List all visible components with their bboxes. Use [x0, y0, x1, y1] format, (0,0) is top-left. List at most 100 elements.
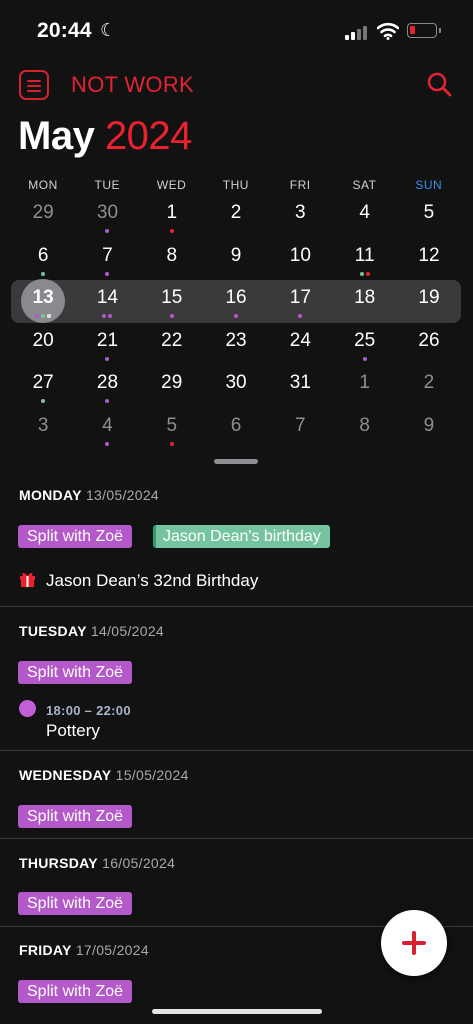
- calendar-day[interactable]: 14: [75, 280, 139, 322]
- calendar-day[interactable]: 27: [11, 365, 75, 407]
- calendar-day[interactable]: 5: [140, 408, 204, 450]
- event-dot: [362, 356, 367, 361]
- calendar-day[interactable]: 9: [204, 238, 268, 280]
- event-indicators: [11, 271, 75, 276]
- month-year: 2024: [104, 114, 192, 158]
- calendar-day[interactable]: 20: [11, 323, 75, 365]
- event-indicators: [204, 314, 268, 318]
- day-number: 7: [102, 244, 113, 266]
- calendar-day[interactable]: 17: [268, 280, 332, 322]
- calendar-day[interactable]: 9: [397, 408, 461, 450]
- status-bar: 20:44 ☾: [0, 0, 473, 62]
- event-dot: [41, 314, 46, 318]
- event-chip[interactable]: Split with Zoë: [18, 805, 133, 828]
- day-number: 24: [289, 329, 311, 351]
- day-number: 6: [230, 414, 242, 436]
- calendar-day[interactable]: 4: [75, 408, 139, 450]
- calendar-day[interactable]: 21: [75, 323, 139, 365]
- weekday-header: MON TUE WED THU FRI SAT SUN: [11, 178, 461, 194]
- drag-handle[interactable]: [214, 459, 258, 464]
- search-icon[interactable]: [426, 71, 452, 97]
- calendar-day[interactable]: 5: [397, 195, 461, 237]
- calendar-day[interactable]: 19: [397, 280, 461, 322]
- calendar-day[interactable]: 11: [333, 238, 397, 280]
- calendar-day[interactable]: 4: [333, 195, 397, 237]
- calendar-day[interactable]: 24: [268, 323, 332, 365]
- day-number: 29: [32, 202, 54, 223]
- calendar-day[interactable]: 1: [140, 195, 204, 237]
- event-indicators: [75, 271, 139, 276]
- event-indicators: [11, 314, 75, 318]
- weekday-sat: SAT: [352, 178, 377, 192]
- event-dot: [365, 271, 370, 276]
- calendar-day[interactable]: 28: [75, 365, 139, 407]
- calendar-day[interactable]: 29: [11, 195, 75, 237]
- calendar-day[interactable]: 2: [204, 195, 268, 237]
- event-dot: [169, 441, 174, 446]
- day-number: 1: [166, 202, 178, 223]
- event-title[interactable]: Pottery: [46, 721, 100, 741]
- calendar-day[interactable]: 30: [75, 195, 139, 237]
- day-number: 4: [359, 202, 370, 223]
- event-chip[interactable]: Split with Zoë: [18, 525, 133, 548]
- calendar-day-today[interactable]: 13: [11, 279, 75, 323]
- calendar-day[interactable]: 6: [204, 408, 268, 450]
- day-number: 26: [418, 329, 440, 351]
- calendar-day[interactable]: 25: [333, 323, 397, 365]
- calendar-day[interactable]: 8: [140, 238, 204, 280]
- day-number: 8: [166, 244, 178, 266]
- event-indicators: [333, 271, 397, 276]
- calendar-day[interactable]: 12: [397, 238, 461, 280]
- day-number: 3: [37, 414, 49, 436]
- calendar-day[interactable]: 26: [397, 323, 461, 365]
- day-number: 10: [289, 244, 311, 266]
- calendar-day[interactable]: 15: [140, 280, 204, 322]
- calendar-color-dot: [19, 700, 36, 717]
- event-chip[interactable]: Jason Dean's birthday: [153, 525, 330, 548]
- calendar-day[interactable]: 2: [397, 365, 461, 407]
- event-chip[interactable]: Split with Zoë: [18, 892, 133, 915]
- calendar-day[interactable]: 23: [204, 323, 268, 365]
- calendar-day[interactable]: 7: [268, 408, 332, 450]
- calendar-day[interactable]: 3: [11, 408, 75, 450]
- calendar-day[interactable]: 22: [140, 323, 204, 365]
- event-chip[interactable]: Split with Zoë: [18, 661, 133, 684]
- day-number: 3: [295, 202, 306, 223]
- day-number: 16: [225, 287, 247, 308]
- calendar-day[interactable]: 8: [333, 408, 397, 450]
- agenda-day-wednesday: WEDNESDAY 15/05/2024 Split with Zoë: [0, 751, 473, 839]
- event-dot: [102, 314, 107, 318]
- event-indicators: [140, 441, 204, 446]
- event-dot: [41, 271, 46, 276]
- day-number: 5: [423, 202, 435, 223]
- day-name: MONDAY: [19, 487, 82, 503]
- cellular-signal-icon: [345, 24, 371, 40]
- calendar-day[interactable]: 1: [333, 365, 397, 407]
- day-number: 17: [289, 287, 311, 308]
- day-number: 29: [161, 372, 183, 393]
- calendar-day[interactable]: 31: [268, 365, 332, 407]
- day-number: 14: [96, 287, 119, 308]
- gift-icon: [20, 572, 35, 587]
- calendar-day[interactable]: 29: [140, 365, 204, 407]
- calendar-day[interactable]: 16: [204, 280, 268, 322]
- calendar-day[interactable]: 6: [11, 238, 75, 280]
- calendar-day[interactable]: 30: [204, 365, 268, 407]
- weekday-wed: WED: [156, 178, 187, 192]
- event-title[interactable]: Jason Dean’s 32nd Birthday: [46, 571, 258, 591]
- calendar-list-icon[interactable]: [19, 70, 49, 100]
- event-dot: [105, 399, 110, 403]
- calendar-day[interactable]: 10: [268, 238, 332, 280]
- calendar-day[interactable]: 7: [75, 238, 139, 280]
- day-number: 23: [225, 329, 247, 351]
- add-event-button[interactable]: [381, 910, 447, 976]
- event-indicators: [75, 356, 139, 361]
- day-number: 6: [37, 244, 49, 266]
- calendar-name[interactable]: NOT WORK: [71, 72, 194, 98]
- event-dot: [41, 399, 46, 403]
- event-chip[interactable]: Split with Zoë: [18, 980, 133, 1003]
- weekday-mon: MON: [28, 178, 58, 192]
- day-number: 28: [96, 372, 119, 393]
- calendar-day[interactable]: 18: [333, 280, 397, 322]
- calendar-day[interactable]: 3: [268, 195, 332, 237]
